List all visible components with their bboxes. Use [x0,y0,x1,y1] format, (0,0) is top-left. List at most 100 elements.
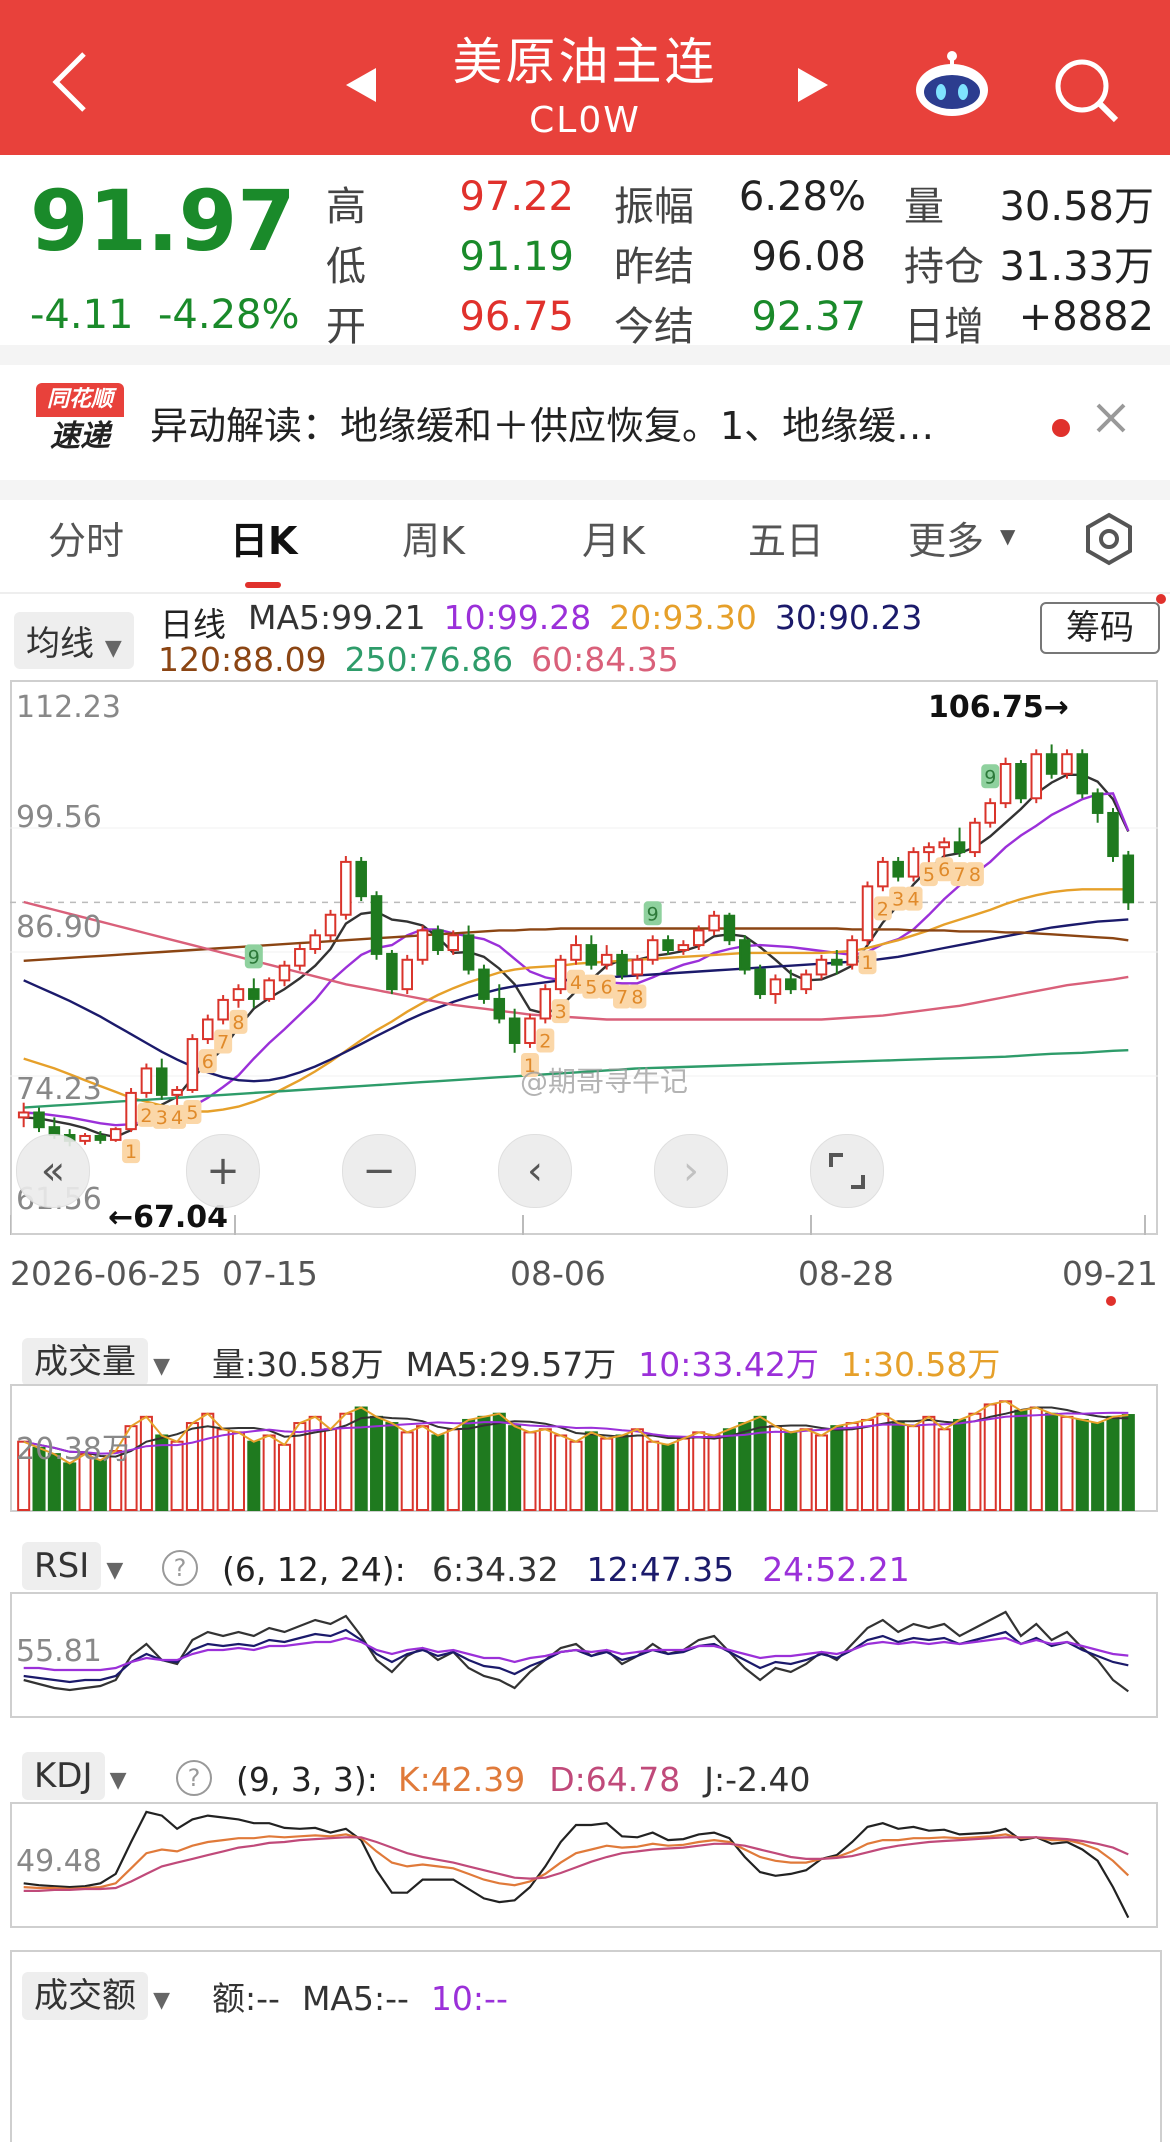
quote-label: 振幅 [614,184,694,230]
volume-bar [492,1412,506,1512]
legend-item: 250:76.86 [344,640,514,679]
quote-value: 92.37 [751,294,866,340]
candle-body [355,860,367,898]
volume-bar [354,1406,368,1512]
volume-bar [1060,1415,1074,1512]
tab-0[interactable]: 分时 [48,510,124,565]
tab-3[interactable]: 月K [582,510,645,565]
close-icon[interactable] [1094,401,1128,439]
robot-assistant-icon[interactable] [912,50,992,124]
legend-item: 10:99.28 [443,598,592,637]
last-price: 91.97 [30,172,296,270]
legend-item: 10:33.42万 [638,1345,819,1384]
nine-turn-count: 8 [631,986,643,1008]
next-button[interactable]: › [654,1134,728,1208]
period-label: 日线 [160,605,226,644]
candle-body [616,953,628,976]
prev-button[interactable]: ‹ [498,1134,572,1208]
candle-body [662,939,674,951]
volume-bar [277,1443,292,1511]
tabs-bottom-border [0,592,1170,594]
tab-5[interactable]: 更多 [908,510,984,565]
scroll-left-button[interactable]: « [16,1134,90,1208]
candle-body [370,895,383,955]
nine-turn-count: 9 [248,946,260,968]
legend-item: 10:-- [430,1979,508,2018]
nine-turn-count: 4 [907,889,919,911]
candle-body [677,944,690,951]
volume-legend: 量:30.58万 MA5:29.57万 10:33.42万 1:30.58万 [212,1338,1022,1386]
candle-body [554,958,567,991]
candle-body [1061,753,1073,775]
legend-item: D:64.78 [549,1760,681,1799]
rsi-params: (6, 12, 24): [222,1550,406,1589]
next-contract-icon[interactable] [796,66,830,108]
x-tick-label: 2026-06-25 [10,1254,202,1293]
volume-bar [600,1437,614,1511]
tab-4[interactable]: 五日 [748,510,824,565]
zoom-in-button[interactable]: + [186,1134,260,1208]
amount-selector[interactable]: 成交额 ▼ [22,1968,170,2020]
candle-body [785,978,797,991]
candle-body [999,763,1012,805]
tab-2[interactable]: 周K [402,510,465,565]
volume-bar [216,1428,230,1511]
indicator-line [23,1833,1130,1891]
nine-turn-count: 2 [140,1105,152,1127]
kdj-selector[interactable]: KDJ ▼ [22,1752,127,1800]
volume-bar [431,1434,445,1511]
indicator-selector[interactable]: 均线 ▼ [14,612,134,669]
candle-body [186,1038,199,1091]
rsi-legend: 6:34.32 12:47.35 24:52.21 [432,1550,938,1589]
chip-button-label: 筹码 [1066,608,1134,648]
volume-bar [1029,1406,1043,1512]
tab-1[interactable]: 日K [230,510,297,565]
candle-body [278,964,291,982]
candlestick-chart[interactable]: 12 3 4 567891234 5 6 7 8912 3 45 6 7 89 [10,680,1158,1235]
volume-bar [155,1434,169,1511]
candle-body [754,968,766,996]
volume-bar [707,1434,721,1511]
volume-bar [446,1428,460,1511]
volume-bar [768,1425,782,1511]
volume-bar [676,1437,690,1511]
tab-active-underline [245,582,281,588]
candle-body [646,939,659,961]
rsi-selector[interactable]: RSI ▼ [22,1542,123,1590]
candle-body [508,1017,521,1044]
news-text[interactable]: 异动解读：地缘缓和＋供应恢复。1、地缘缓… [150,395,934,450]
candle-body [1076,753,1089,795]
plus-icon: + [206,1148,240,1194]
help-icon[interactable]: ? [162,1550,198,1586]
candle-body [892,860,904,878]
volume-bar [462,1418,476,1512]
candle-body [1015,763,1027,800]
y-tick-label: 74.23 [16,1072,102,1107]
candle-body [263,979,275,1000]
settings-hex-icon[interactable] [1082,512,1136,570]
y-tick-label: 112.23 [16,690,121,725]
volume-selector-label: 成交量 [22,1338,148,1386]
volume-bar [799,1428,813,1511]
zoom-out-button[interactable]: − [342,1134,416,1208]
help-icon[interactable]: ? [176,1760,212,1796]
legend-item: J:-2.40 [704,1760,811,1799]
volume-selector[interactable]: 成交量 ▼ [22,1334,170,1386]
double-chevron-left-icon: « [40,1148,66,1194]
y-tick-label: 86.90 [16,910,102,945]
news-badge-bottom: 速递 [50,419,110,454]
nine-turn-count: 5 [923,864,935,886]
news-banner[interactable]: 同花顺 速递 异动解读：地缘缓和＋供应恢复。1、地缘缓… [0,365,1170,480]
quote-label: 今结 [614,304,694,350]
page-title: 美原油主连 [452,33,718,91]
volume-bar [170,1440,184,1511]
candle-body [539,988,552,1020]
volume-bar [538,1428,552,1511]
legend-item: MA5:-- [301,1979,409,2018]
candle-body [125,1091,137,1131]
candle-body [248,988,260,1000]
quote-value: 30.58万 [999,184,1154,230]
search-icon[interactable] [1052,56,1120,128]
chip-button[interactable]: 筹码 [1040,602,1160,654]
fullscreen-button[interactable] [810,1134,884,1208]
